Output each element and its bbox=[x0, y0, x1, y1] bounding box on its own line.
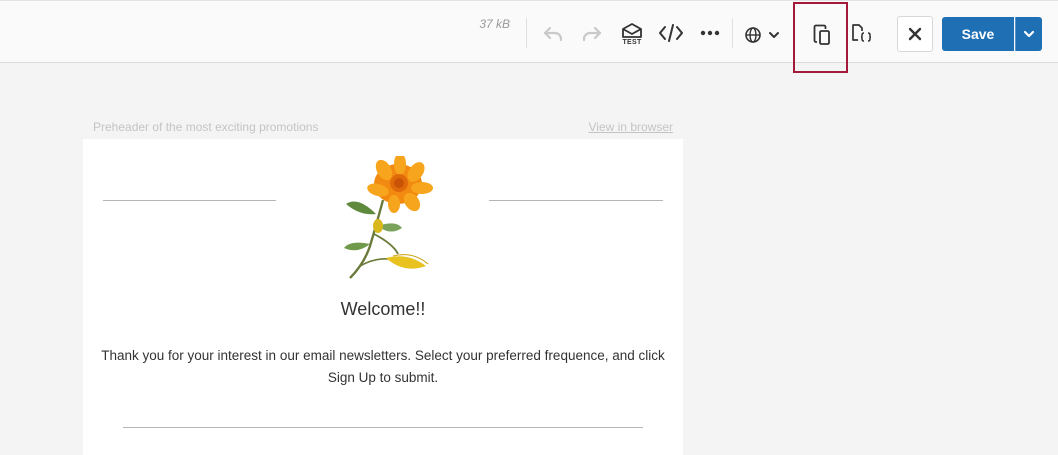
code-icon[interactable] bbox=[657, 23, 684, 43]
divider-line-right bbox=[489, 200, 663, 201]
undo-icon[interactable] bbox=[542, 23, 564, 45]
divider-line-left bbox=[103, 200, 276, 201]
more-icon[interactable] bbox=[699, 28, 721, 38]
mobile-view-highlight bbox=[793, 2, 848, 73]
toolbar-divider bbox=[526, 18, 527, 48]
editor-toolbar: 37 kB TEST Save bbox=[0, 0, 1058, 73]
view-in-browser-link[interactable]: View in browser bbox=[560, 120, 673, 134]
close-button[interactable] bbox=[897, 16, 933, 52]
toolbar-divider bbox=[732, 18, 733, 48]
globe-icon[interactable] bbox=[744, 25, 784, 45]
preheader-text: Preheader of the most exciting promotion… bbox=[93, 120, 319, 134]
flower-image[interactable] bbox=[338, 153, 438, 281]
save-options-dropdown[interactable] bbox=[1015, 17, 1042, 51]
intro-paragraph: Thank you for your interest in our email… bbox=[101, 348, 665, 385]
amp-code-icon[interactable] bbox=[850, 23, 872, 45]
test-email-icon[interactable]: TEST bbox=[620, 22, 644, 48]
redo-icon[interactable] bbox=[581, 23, 603, 45]
email-size-label: 37 kB bbox=[479, 17, 510, 31]
email-body-canvas[interactable]: Welcome!! Thank you for your interest in… bbox=[83, 139, 683, 455]
test-label: TEST bbox=[622, 39, 642, 46]
save-button[interactable]: Save bbox=[942, 17, 1014, 51]
chevron-down-icon bbox=[1023, 30, 1035, 38]
close-icon bbox=[908, 27, 922, 41]
welcome-heading: Welcome!! bbox=[340, 299, 426, 319]
divider-line-bottom bbox=[123, 427, 643, 428]
